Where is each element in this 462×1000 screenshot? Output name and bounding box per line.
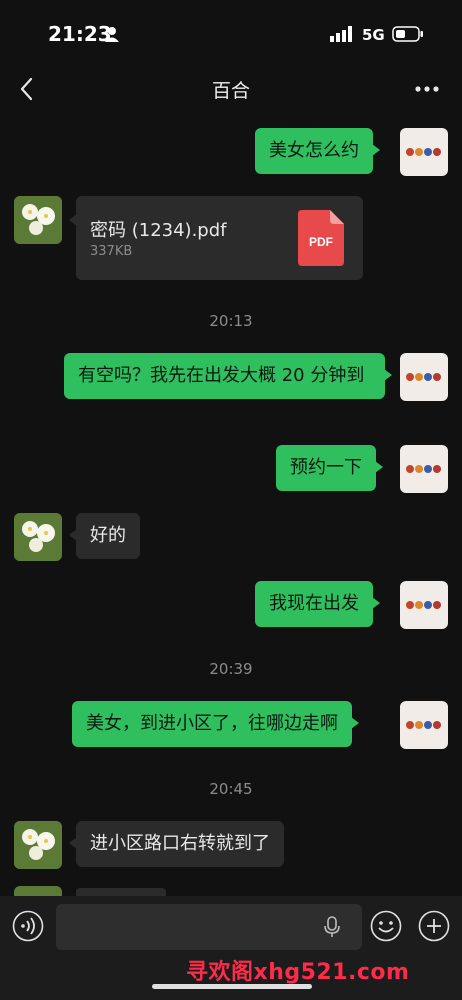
plus-icon[interactable] [418, 910, 450, 942]
lily-avatar-icon [14, 513, 62, 561]
lily-avatar-icon [14, 821, 62, 869]
emoji-icon[interactable] [370, 910, 402, 942]
battery-icon [392, 26, 423, 42]
incoming-message[interactable]: 进小区路口右转就到了 [69, 821, 284, 867]
outgoing-message[interactable]: 预约一下 [276, 445, 383, 491]
network-type: 5G [362, 26, 385, 44]
home-indicator [152, 984, 312, 989]
food-avatar-icon [406, 373, 441, 381]
my-avatar[interactable] [400, 353, 448, 401]
food-avatar-icon [406, 721, 441, 729]
status-bar: 21:23 5G [0, 0, 462, 64]
outgoing-message[interactable]: 美女，到进小区了，往哪边走啊 [72, 701, 359, 747]
outgoing-message[interactable]: 有空吗？我先在出发大概 20 分钟到 [64, 353, 392, 399]
file-name: 密码 (1234).pdf [90, 220, 227, 241]
outgoing-message[interactable]: 我现在出发 [255, 581, 380, 627]
my-avatar[interactable] [400, 701, 448, 749]
chat-title: 百合 [211, 80, 250, 102]
message-timestamp: 20:45 [209, 780, 253, 798]
status-time: 21:23 [48, 22, 112, 46]
outgoing-message[interactable]: 美女怎么约 [255, 128, 380, 174]
contact-avatar[interactable] [14, 196, 62, 244]
person-icon [105, 27, 119, 42]
food-avatar-icon [406, 148, 441, 156]
partial-next-message [14, 886, 174, 896]
incoming-message[interactable]: 好的 [69, 513, 140, 559]
contact-avatar[interactable] [14, 821, 62, 869]
pdf-icon-label: PDF [309, 235, 333, 249]
lily-avatar-icon [14, 196, 62, 244]
my-avatar[interactable] [400, 581, 448, 629]
contact-avatar[interactable] [14, 513, 62, 561]
pdf-file-icon: PDF [298, 210, 344, 266]
food-avatar-icon [406, 465, 441, 473]
message-timestamp: 20:13 [209, 312, 253, 330]
message-input[interactable] [56, 904, 362, 950]
pdf-file-message[interactable]: 密码 (1234).pdf 337KB PDF [69, 196, 363, 280]
my-avatar[interactable] [400, 128, 448, 176]
microphone-icon[interactable] [322, 916, 342, 938]
watermark-text: 寻欢阁xhg521.com [186, 960, 410, 985]
signal-icon [330, 26, 352, 42]
food-avatar-icon [406, 601, 441, 609]
voice-input-icon[interactable] [12, 910, 44, 942]
file-size: 337KB [90, 244, 133, 259]
message-timestamp: 20:39 [209, 660, 253, 678]
more-options-icon[interactable] [412, 76, 442, 102]
nav-bar: 百合 [0, 64, 462, 114]
my-avatar[interactable] [400, 445, 448, 493]
input-bar: 寻欢阁xhg521.com [0, 896, 462, 1000]
